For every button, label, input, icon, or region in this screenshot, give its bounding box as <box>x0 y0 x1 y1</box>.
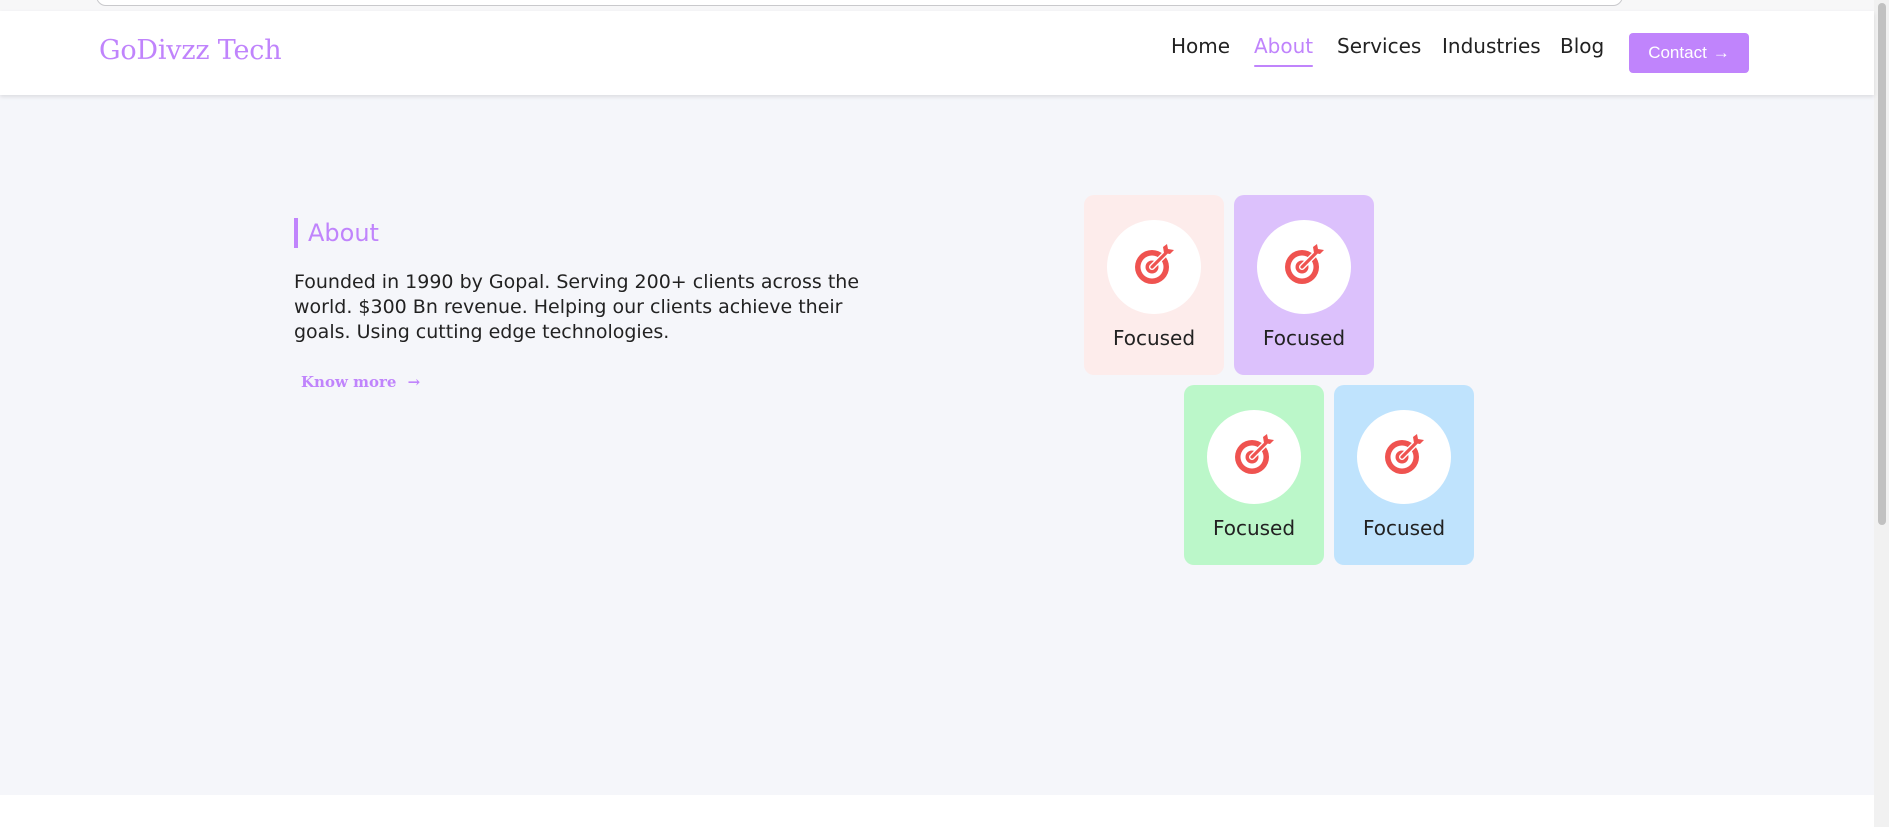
navbar: GoDivzz Tech Home About Services Industr… <box>0 11 1874 95</box>
address-bar[interactable] <box>96 0 1623 6</box>
arrow-right-icon: → <box>1712 43 1730 62</box>
about-section <box>0 95 1874 795</box>
nav-item-about[interactable]: About <box>1254 33 1314 67</box>
icon-circle <box>1207 410 1301 504</box>
know-more-link[interactable]: Know more → <box>301 373 420 391</box>
vertical-scrollbar[interactable] <box>1874 0 1889 827</box>
icon-circle <box>1357 410 1451 504</box>
target-icon <box>1382 433 1426 481</box>
target-icon <box>1132 243 1176 291</box>
feature-card: Focused <box>1184 385 1324 565</box>
icon-circle <box>1257 220 1351 314</box>
nav-item-services[interactable]: Services <box>1337 33 1421 59</box>
scrollbar-thumb[interactable] <box>1878 3 1886 525</box>
icon-circle <box>1107 220 1201 314</box>
about-description: Founded in 1990 by Gopal. Serving 200+ c… <box>294 271 860 343</box>
feature-label: Focused <box>1262 326 1346 350</box>
feature-label: Focused <box>1362 516 1446 540</box>
contact-button[interactable]: Contact → <box>1629 33 1749 73</box>
feature-label: Focused <box>1112 326 1196 350</box>
brand-logo[interactable]: GoDivzz Tech <box>99 35 282 66</box>
arrow-right-icon: → <box>407 373 421 391</box>
feature-card: Focused <box>1084 195 1224 375</box>
nav-item-industries[interactable]: Industries <box>1442 33 1541 59</box>
target-icon <box>1282 243 1326 291</box>
feature-card: Focused <box>1234 195 1374 375</box>
nav-item-blog[interactable]: Blog <box>1560 33 1604 59</box>
nav-item-home[interactable]: Home <box>1171 33 1230 59</box>
feature-card: Focused <box>1334 385 1474 565</box>
contact-button-label: Contact <box>1648 43 1707 62</box>
know-more-label: Know more <box>301 373 397 391</box>
about-heading: About <box>294 218 379 248</box>
target-icon <box>1232 433 1276 481</box>
feature-label: Focused <box>1212 516 1296 540</box>
